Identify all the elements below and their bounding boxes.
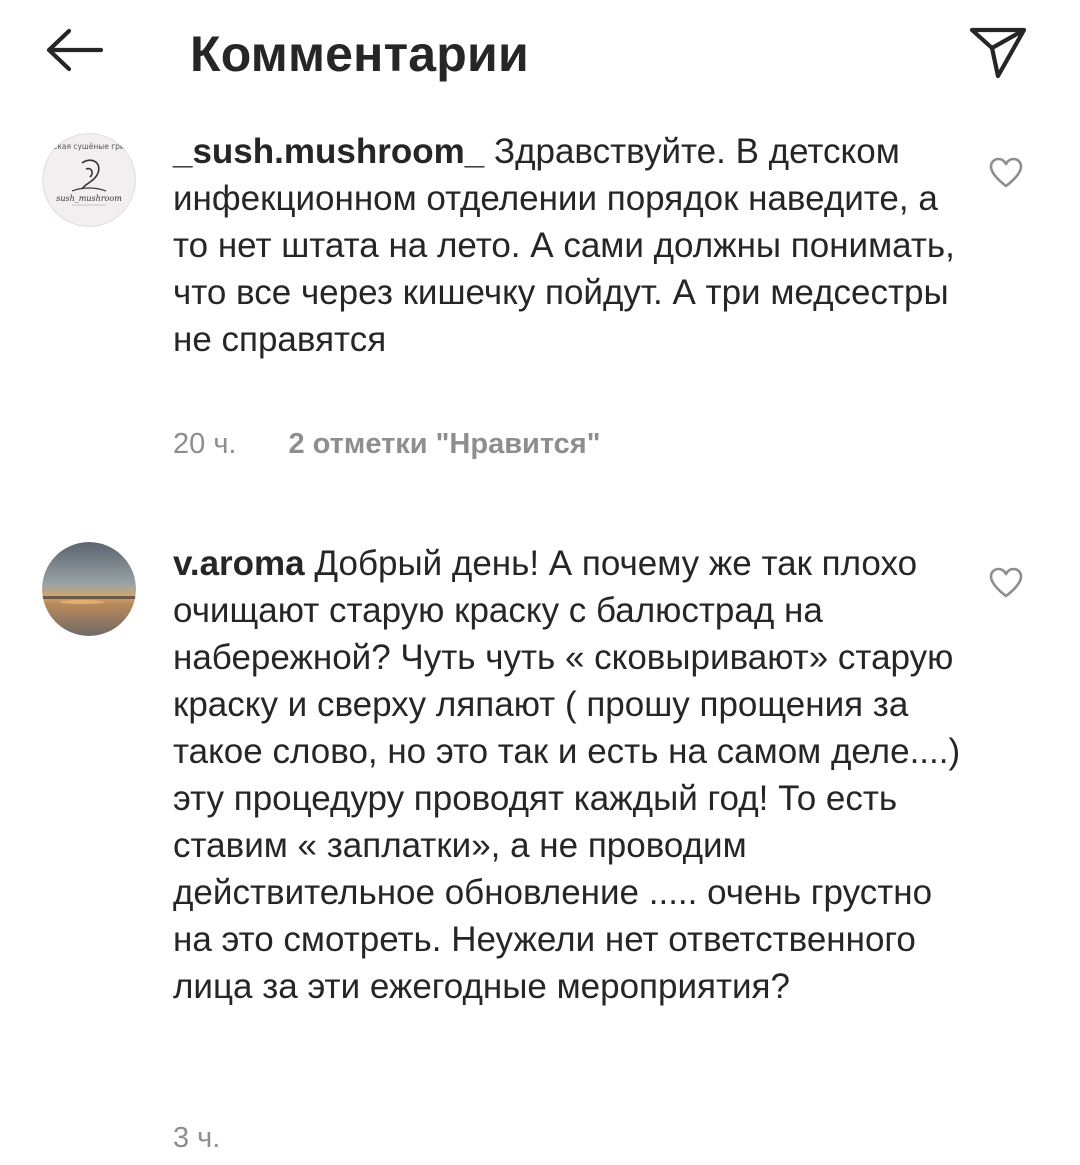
comment-text: v.aroma Добрый день! А почему же так пло… xyxy=(173,540,963,1010)
header-bar: Комментарии xyxy=(0,0,1080,110)
avatar-label-top: ская сушёные гри xyxy=(53,142,125,151)
share-button[interactable] xyxy=(962,20,1034,84)
comment-time: 3 ч. xyxy=(173,1122,221,1154)
comment-message: Добрый день! А почему же так плохо очища… xyxy=(173,544,961,1006)
paper-plane-icon xyxy=(969,27,1027,79)
back-button[interactable] xyxy=(38,18,110,82)
like-button[interactable] xyxy=(984,561,1028,605)
comment-meta: 3 ч. xyxy=(173,1122,272,1155)
comment-text: _sush.mushroom_ Здравствуйте. В детском … xyxy=(173,128,963,363)
comment-likes-count[interactable]: 2 отметки "Нравится" xyxy=(288,428,600,461)
comment-username[interactable]: _sush.mushroom_ xyxy=(173,132,484,171)
avatar-label-bottom: sush_mushroom xyxy=(56,194,122,203)
heart-icon xyxy=(989,567,1023,598)
heart-icon xyxy=(989,157,1023,188)
arrow-left-icon xyxy=(46,28,104,72)
avatar[interactable]: ская сушёные гри sush_mushroom xyxy=(42,133,136,227)
comment-username[interactable]: v.aroma xyxy=(173,544,305,583)
avatar[interactable] xyxy=(42,542,136,636)
like-button[interactable] xyxy=(984,151,1028,195)
comment-meta: 20 ч. 2 отметки "Нравится" xyxy=(173,428,600,461)
comment-time: 20 ч. xyxy=(173,428,237,460)
page-title: Комментарии xyxy=(190,26,529,82)
